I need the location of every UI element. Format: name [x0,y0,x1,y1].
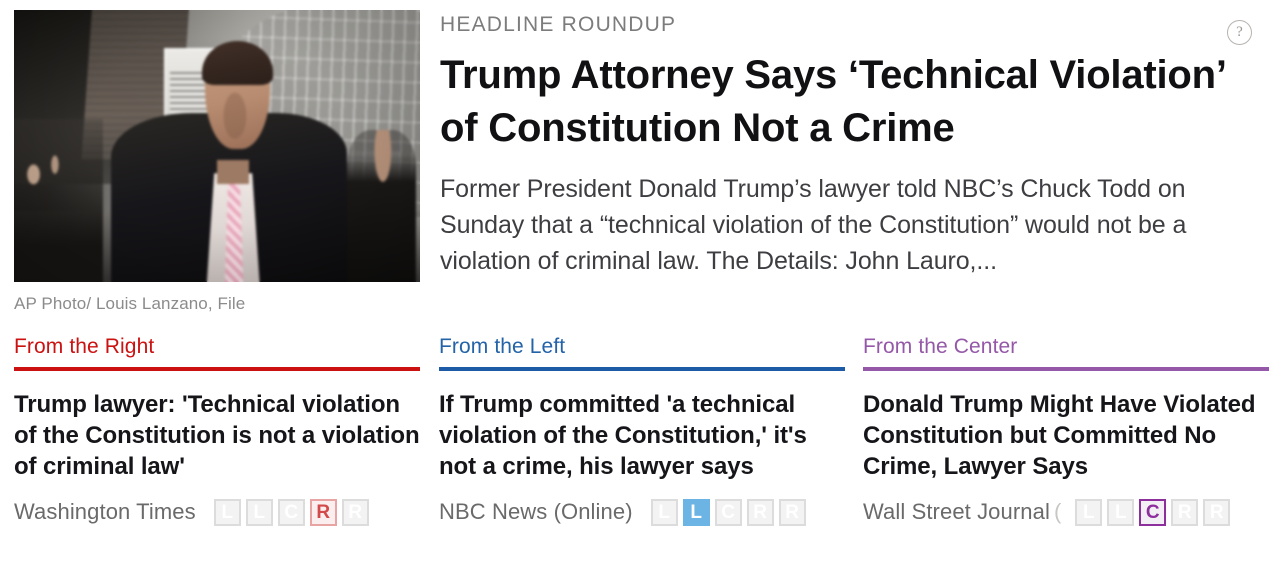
column-rule-left [439,367,845,371]
column-title-left: From the Left [439,335,566,358]
bias-box-l-1[interactable]: L [1107,498,1135,526]
source-row-left: NBC News (Online) LLCRR [439,498,845,526]
help-icon[interactable]: ? [1227,20,1252,45]
column-headline-left[interactable]: If Trump committed 'a technical violatio… [439,389,845,483]
bias-box-l-1[interactable]: L [245,498,273,526]
column-from-the-right: From the Right Trump lawyer: 'Technical … [14,336,420,526]
bias-box-r-3[interactable]: R [746,498,774,526]
story-text-column: HEADLINE ROUNDUP ? Trump Attorney Says ‘… [440,8,1252,279]
photo-credit: AP Photo/ Louis Lanzano, File [14,294,246,313]
column-headline-right[interactable]: Trump lawyer: 'Technical violation of th… [14,389,420,483]
story-hero: AP Photo/ Louis Lanzano, File HEADLINE R… [0,0,1280,325]
bias-box-l-0[interactable]: L [650,498,678,526]
column-title-center: From the Center [863,335,1018,358]
bias-box-r-4[interactable]: R [341,498,369,526]
bias-box-c-2[interactable]: C [714,498,742,526]
source-row-center: Wall Street Journal ( LLCRR [863,498,1269,526]
source-name-center[interactable]: Wall Street Journal [863,499,1050,525]
bias-meter-center[interactable]: LLCRR [1075,498,1231,526]
section-kicker: HEADLINE ROUNDUP [440,13,677,36]
source-row-right: Washington Times LLCRR [14,498,420,526]
story-headline[interactable]: Trump Attorney Says ‘Technical Violation… [440,49,1250,155]
headline-roundup-page: AP Photo/ Louis Lanzano, File HEADLINE R… [0,0,1280,573]
hero-photo[interactable] [14,10,420,282]
bias-box-r-3[interactable]: R [309,498,337,526]
source-name-left[interactable]: NBC News (Online) [439,499,633,525]
column-title-right: From the Right [14,335,155,358]
source-name-right[interactable]: Washington Times [14,499,196,525]
column-headline-center[interactable]: Donald Trump Might Have Violated Constit… [863,389,1269,483]
bias-box-r-4[interactable]: R [1203,498,1231,526]
bias-box-l-0[interactable]: L [1075,498,1103,526]
column-rule-center [863,367,1269,371]
bias-box-l-1[interactable]: L [682,498,710,526]
bias-box-c-2[interactable]: C [277,498,305,526]
photo-softness-layer [14,10,420,282]
hero-photo-container[interactable] [14,10,420,282]
bias-box-r-4[interactable]: R [778,498,806,526]
column-from-the-left: From the Left If Trump committed 'a tech… [439,336,845,526]
bias-box-r-3[interactable]: R [1171,498,1199,526]
bias-meter-left[interactable]: LLCRR [650,498,806,526]
bias-meter-right[interactable]: LLCRR [213,498,369,526]
source-suffix-center: ( [1053,499,1062,525]
column-from-the-center: From the Center Donald Trump Might Have … [863,336,1269,526]
column-rule-right [14,367,420,371]
bias-box-c-2[interactable]: C [1139,498,1167,526]
perspective-columns: From the Right Trump lawyer: 'Technical … [0,336,1280,573]
bias-box-l-0[interactable]: L [213,498,241,526]
story-summary: Former President Donald Trump’s lawyer t… [440,174,1187,276]
